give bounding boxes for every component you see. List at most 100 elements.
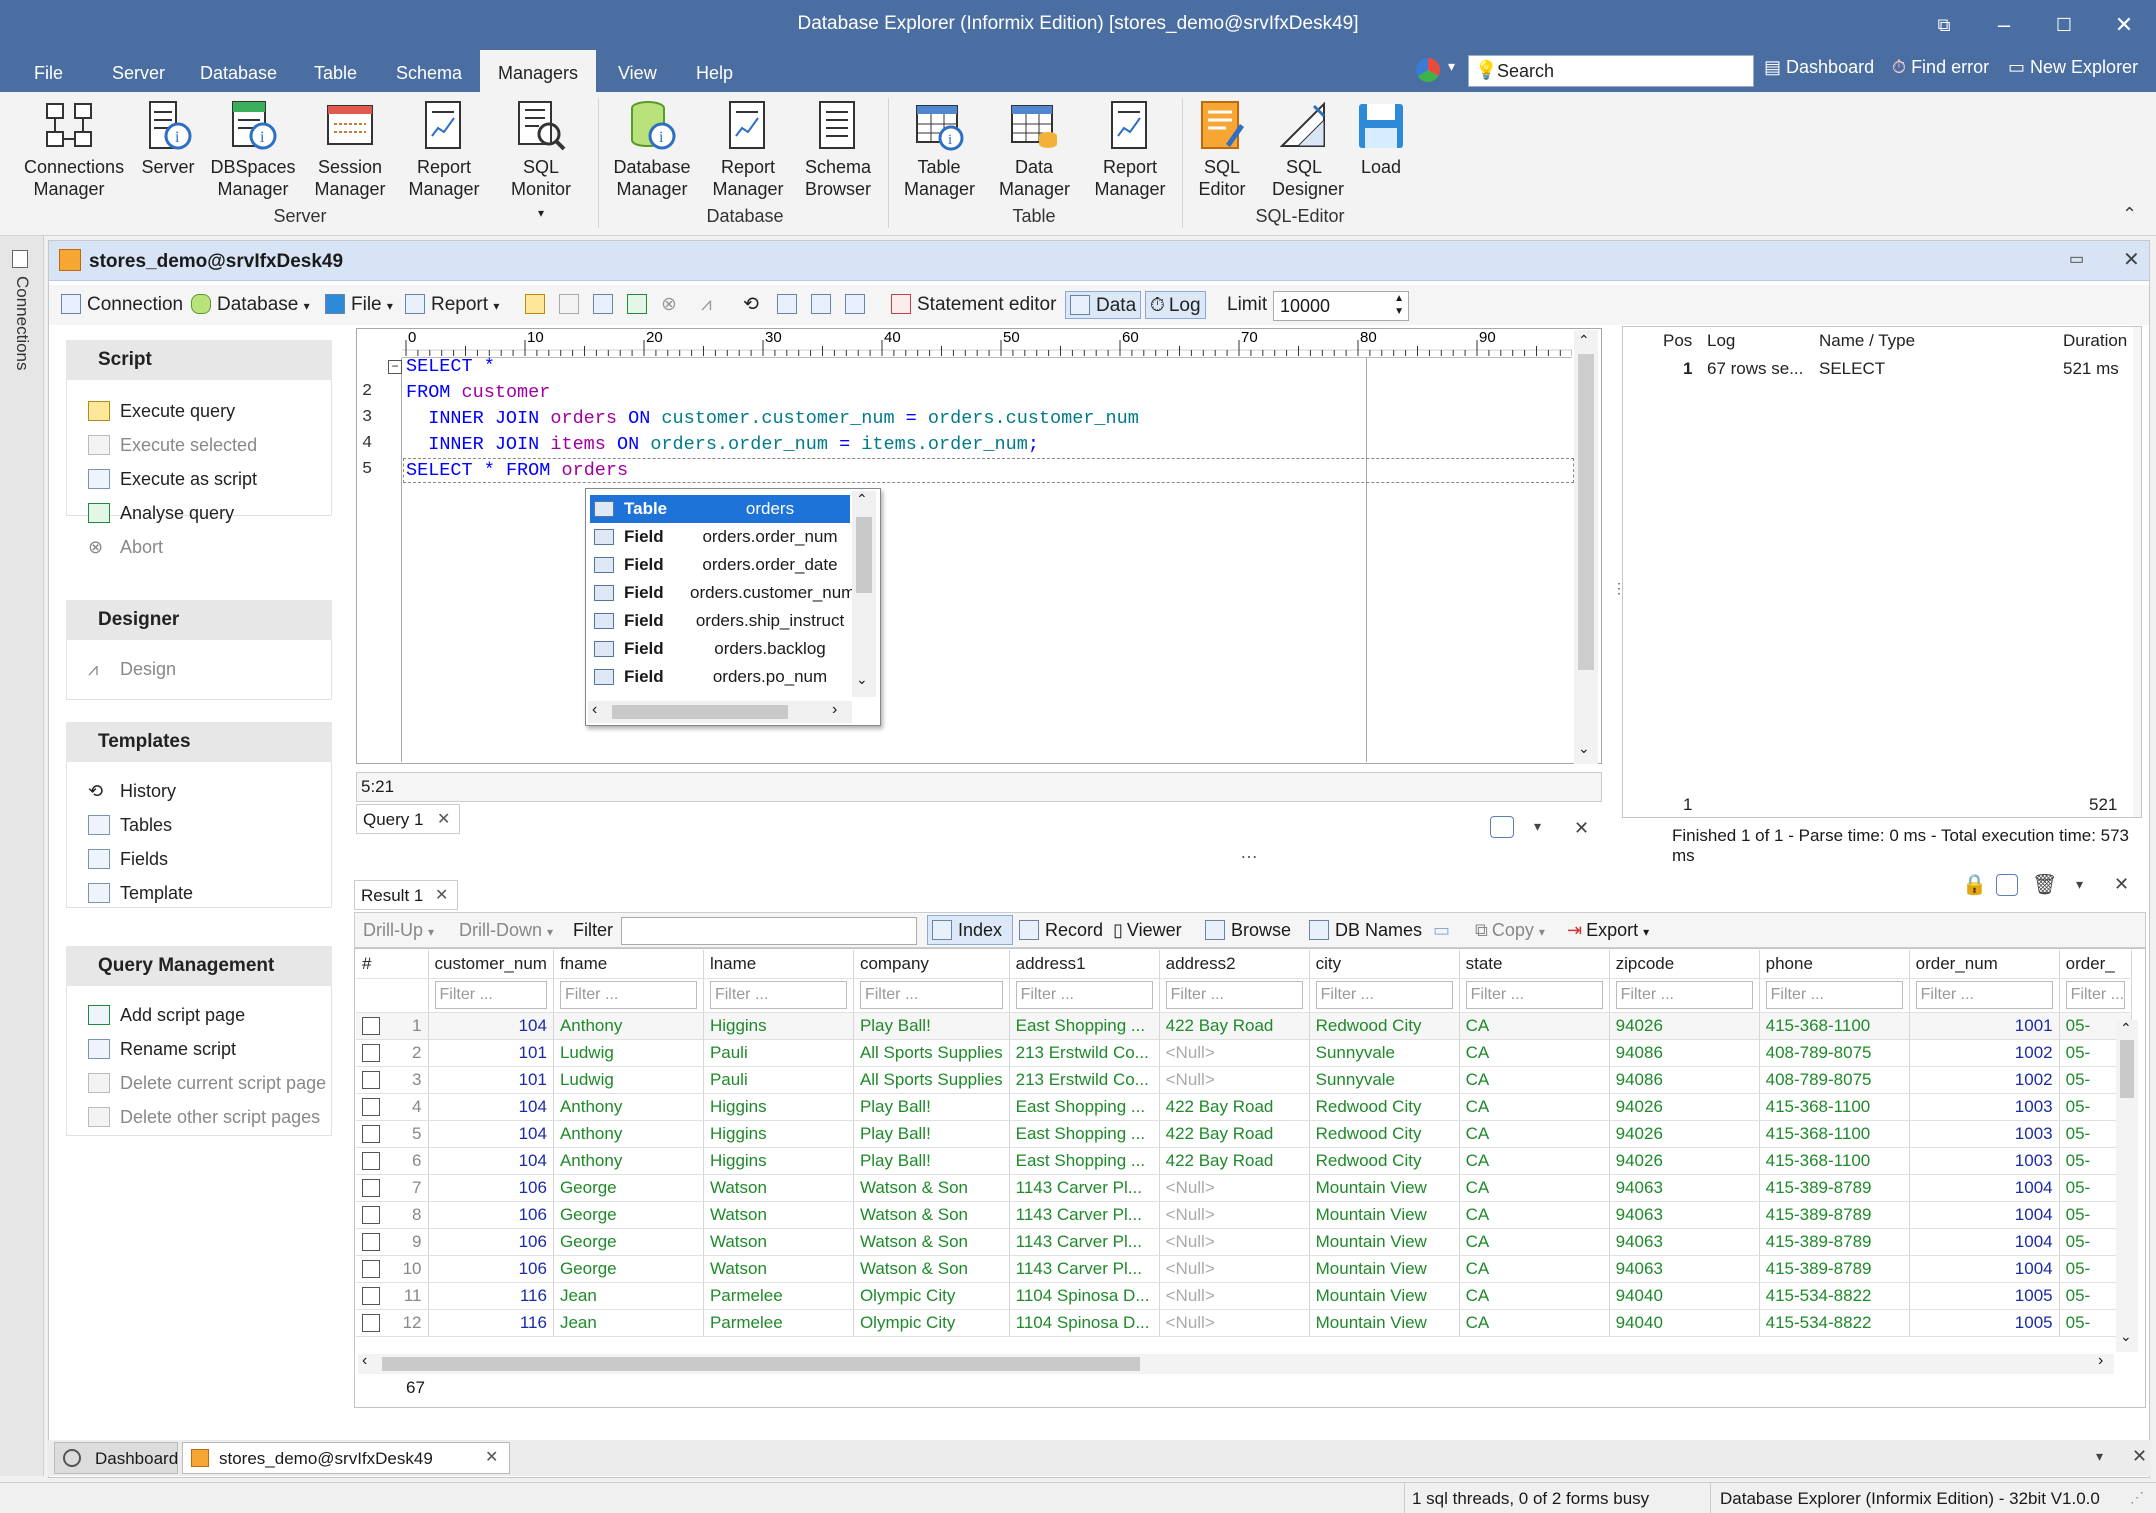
cell-ordernum[interactable]: 1003 [1909, 1147, 2060, 1175]
table-row[interactable]: 12 116 Jean Parmelee Olympic City 1104 Spinos… [356, 1309, 2132, 1337]
cell-company[interactable]: All Sports Supplies [853, 1039, 1010, 1067]
cell-[interactable]: 10 [356, 1255, 429, 1283]
load-button[interactable]: Load [1352, 100, 1410, 178]
find-error-link[interactable]: ⏱ Find error [1892, 57, 1989, 78]
scroll-left-icon[interactable]: ‹ [592, 701, 597, 719]
cell-city[interactable]: Mountain View [1309, 1228, 1460, 1256]
table-row[interactable]: 8 106 George Watson Watson & Son 1143 Carver … [356, 1201, 2132, 1229]
row-checkbox[interactable] [362, 1070, 380, 1089]
chevron-down-icon[interactable]: ▾ [2096, 1448, 2103, 1465]
row-checkbox[interactable] [362, 1151, 380, 1170]
menu-help[interactable]: Help [678, 50, 751, 92]
row-checkbox[interactable] [362, 1178, 380, 1197]
cell-lname[interactable]: Pauli [703, 1066, 854, 1094]
cell-fname[interactable]: George [553, 1201, 704, 1229]
abort-icon[interactable]: ⊗ [657, 291, 681, 319]
scroll-thumb[interactable] [856, 517, 872, 593]
filter-input[interactable]: Filter ... [1165, 981, 1303, 1009]
chevron-down-icon[interactable]: ▾ [1534, 818, 1541, 835]
execute-selected-item[interactable]: Execute selected [88, 432, 257, 458]
cell-state[interactable]: CA [1459, 1093, 1610, 1121]
cell-state[interactable]: CA [1459, 1255, 1610, 1283]
cell-address2[interactable]: <Null> [1159, 1228, 1310, 1256]
server-button[interactable]: i Server [136, 100, 200, 178]
cell-address1[interactable]: 1143 Carver Pl... [1009, 1255, 1160, 1283]
table-row[interactable]: 5 104 Anthony Higgins Play Ball! East Shoppin… [356, 1120, 2132, 1148]
cell-[interactable]: 6 [356, 1147, 429, 1175]
limit-input[interactable]: 10000 ▲ ▼ [1273, 291, 1409, 321]
cell-state[interactable]: CA [1459, 1120, 1610, 1148]
cell-company[interactable]: Play Ball! [853, 1147, 1010, 1175]
cell-address2[interactable]: 422 Bay Road [1159, 1120, 1310, 1148]
cell-zipcode[interactable]: 94026 [1609, 1093, 1760, 1121]
log-header-name[interactable]: Name / Type [1819, 331, 1915, 351]
log-header-pos[interactable]: Pos [1663, 331, 1692, 351]
cell-customernum[interactable]: 104 [428, 1012, 554, 1040]
cell-address2[interactable]: <Null> [1159, 1066, 1310, 1094]
cell-fname[interactable]: George [553, 1228, 704, 1256]
design-item[interactable]: ⩘ Design [88, 656, 176, 682]
column-filter[interactable]: Filter ... [1309, 978, 1460, 1013]
menu-view[interactable]: View [600, 50, 675, 92]
cell-phone[interactable]: 415-389-8789 [1759, 1228, 1910, 1256]
search-input[interactable]: 💡 Search [1468, 55, 1754, 87]
cell-fname[interactable]: Anthony [553, 1147, 704, 1175]
query-management-section-header[interactable]: Query Management [66, 946, 332, 986]
cell-ordernum[interactable]: 1003 [1909, 1120, 2060, 1148]
cell-company[interactable]: Watson & Son [853, 1255, 1010, 1283]
cell-lname[interactable]: Watson [703, 1255, 854, 1283]
cell-city[interactable]: Mountain View [1309, 1309, 1460, 1337]
column-header-address1[interactable]: address1 [1009, 950, 1160, 979]
table-row[interactable]: 3 101 Ludwig Pauli All Sports Supplies 213 Er… [356, 1066, 2132, 1094]
report-manager-table-button[interactable]: Report Manager [1090, 100, 1170, 200]
connections-manager-button[interactable]: Connections Manager [10, 100, 128, 200]
column-header-ordernum[interactable]: order_num [1909, 950, 2060, 979]
menu-schema[interactable]: Schema [378, 50, 480, 92]
scroll-thumb[interactable] [2120, 1040, 2134, 1098]
delete-other-script-pages-item[interactable]: Delete other script pages [88, 1104, 320, 1130]
tables-icon[interactable] [773, 291, 807, 319]
cell-address2[interactable]: 422 Bay Road [1159, 1147, 1310, 1175]
cell-address1[interactable]: East Shopping ... [1009, 1147, 1160, 1175]
chevron-down-icon[interactable]: ▾ [2076, 876, 2083, 893]
close-all-icon[interactable]: ✕ [2132, 1446, 2147, 1467]
cell-state[interactable]: CA [1459, 1174, 1610, 1202]
cell-company[interactable]: Play Ball! [853, 1120, 1010, 1148]
column-filter[interactable] [356, 978, 429, 1013]
cell-[interactable]: 9 [356, 1228, 429, 1256]
analyse-icon[interactable] [623, 291, 657, 319]
cell-fname[interactable]: George [553, 1174, 704, 1202]
data-manager-button[interactable]: Data Manager [996, 100, 1072, 200]
cell-fname[interactable]: Jean [553, 1282, 704, 1310]
connection-button[interactable]: Connection [57, 291, 187, 319]
cell-ordernum[interactable]: 1004 [1909, 1174, 2060, 1202]
restore-icon[interactable]: ⧉ [1924, 10, 1964, 40]
dashboard-link[interactable]: ▤ Dashboard [1764, 57, 1874, 78]
filter-input[interactable]: Filter ... [1465, 981, 1603, 1009]
column-header-fname[interactable]: fname [553, 950, 704, 979]
cell-address2[interactable]: <Null> [1159, 1201, 1310, 1229]
cell-ordernum[interactable]: 1004 [1909, 1228, 2060, 1256]
autocomplete-scrollbar[interactable]: ⌃ ⌄ [852, 491, 876, 697]
template-item[interactable]: Template [88, 880, 193, 906]
chevron-down-icon[interactable]: ▾ [1448, 58, 1455, 75]
cell-city[interactable]: Sunnyvale [1309, 1066, 1460, 1094]
row-checkbox[interactable] [362, 1259, 380, 1278]
delete-current-script-page-item[interactable]: Delete current script page [88, 1070, 326, 1096]
templates-section-header[interactable]: Templates [66, 722, 332, 762]
tab-result-1[interactable]: Result 1 ✕ [354, 880, 458, 910]
row-checkbox[interactable] [362, 1043, 380, 1062]
fold-toggle-icon[interactable]: − [388, 360, 402, 374]
cell-ordernum[interactable]: 1004 [1909, 1201, 2060, 1229]
filter-input[interactable]: Filter ... [559, 981, 697, 1009]
drill-down-button[interactable]: Drill-Down ▾ [459, 920, 553, 941]
cell-city[interactable]: Sunnyvale [1309, 1039, 1460, 1067]
filter-input[interactable]: Filter ... [1765, 981, 1903, 1009]
cell-customernum[interactable]: 104 [428, 1147, 554, 1175]
cell-customernum[interactable]: 106 [428, 1174, 554, 1202]
autocomplete-item[interactable]: Table orders [590, 495, 850, 523]
autocomplete-item[interactable]: Field orders.po_num [590, 663, 850, 691]
cell-company[interactable]: All Sports Supplies [853, 1066, 1010, 1094]
cell-city[interactable]: Redwood City [1309, 1147, 1460, 1175]
log-header-duration[interactable]: Duration [2063, 331, 2127, 351]
